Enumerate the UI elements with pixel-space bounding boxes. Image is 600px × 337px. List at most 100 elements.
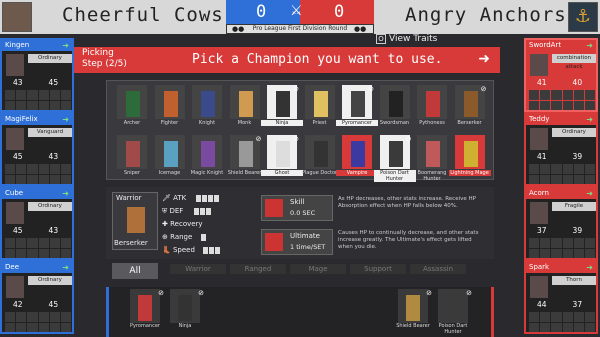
proficiency-cell xyxy=(49,248,60,258)
player-avatar xyxy=(530,276,548,298)
class-title: Warrior xyxy=(116,194,142,202)
skill-box[interactable]: Skill 0.0 SEC xyxy=(261,195,333,221)
player-card[interactable]: MagiFelix ➜ Vanguard 45 43 xyxy=(0,112,74,186)
proficiency-cell xyxy=(5,100,16,110)
swap-arrow-icon[interactable]: ➜ xyxy=(586,114,593,125)
class-filter-tabs: All Warrior Ranged Mage Support Assassin xyxy=(106,262,494,279)
ultimate-box[interactable]: Ultimate 1 time/SET xyxy=(261,229,333,255)
champion-icemage[interactable]: Icemage xyxy=(153,135,187,179)
view-traits-button[interactable]: O View Traits xyxy=(376,34,437,44)
champion-pyromancer[interactable]: ⊘ Pyromancer xyxy=(336,85,378,129)
champion-name: Knight xyxy=(198,120,216,126)
picked-champion: ⊘ Ninja xyxy=(166,289,204,335)
tab-warrior[interactable]: Warrior xyxy=(170,264,226,274)
champion-sprite xyxy=(178,295,192,321)
proficiency-cell xyxy=(16,90,27,100)
berserker-portrait-icon xyxy=(127,207,145,233)
swap-arrow-icon[interactable]: ➜ xyxy=(586,262,593,273)
proficiency-cell xyxy=(573,312,584,322)
player-avatar xyxy=(6,276,24,298)
tab-mage[interactable]: Mage xyxy=(290,264,346,274)
swap-arrow-icon[interactable]: ➜ xyxy=(586,40,593,51)
proficiency-cell xyxy=(529,322,540,332)
champion-sprite xyxy=(426,141,440,167)
player-card[interactable]: SwordArt ➜ combination attack 41 40 xyxy=(524,38,598,112)
ultimate-description: Causes HP to continually decrease, and o… xyxy=(338,230,479,250)
proficiency-cell xyxy=(562,164,573,174)
champion-name: Shield Bearer xyxy=(227,170,262,176)
player-card[interactable]: Cube ➜ Ordinary 45 43 xyxy=(0,186,74,260)
proficiency-cell xyxy=(16,322,27,332)
tab-all[interactable]: All xyxy=(112,263,158,279)
champion-lightning-mage[interactable]: Lightning Mage xyxy=(448,135,491,179)
proficiency-cell xyxy=(540,174,551,184)
player-card[interactable]: Teddy ➜ Ordinary 41 39 xyxy=(524,112,598,186)
proficiency-cell xyxy=(540,248,551,258)
proficiency-cell xyxy=(529,164,540,174)
champion-sniper[interactable]: Sniper xyxy=(115,135,149,179)
champion-sprite xyxy=(163,141,178,167)
player-trait: combination attack xyxy=(552,54,596,70)
proficiency-cell xyxy=(60,248,71,258)
champion-fighter[interactable]: Fighter xyxy=(153,85,187,129)
champion-sprite xyxy=(138,295,152,321)
champion-vampire[interactable]: Vampire xyxy=(336,135,378,179)
scoreboard: 0 0 ⚔ Pro League First Division Round ●●… xyxy=(226,0,374,34)
player-card[interactable]: Dee ➜ Ordinary 42 45 xyxy=(0,260,74,334)
proficiency-cell xyxy=(540,90,551,100)
tab-support[interactable]: Support xyxy=(350,264,406,274)
proficiency-cell xyxy=(529,248,540,258)
champion-ghost[interactable]: ⊘ Ghost xyxy=(261,135,303,179)
champion-shield-bearer[interactable]: ⊘ Shield Bearer xyxy=(228,135,262,179)
proficiency-grid xyxy=(529,164,595,184)
champion-name: Magic Knight xyxy=(190,170,224,176)
champion-magic-knight[interactable]: Magic Knight xyxy=(190,135,224,179)
proficiency-cell xyxy=(573,174,584,184)
champion-poison-dart-hunter[interactable]: ⊘ Poison Dart Hunter xyxy=(373,135,416,182)
champion-ninja[interactable]: ⊘ Ninja xyxy=(261,85,303,129)
proficiency-cell xyxy=(16,164,27,174)
proficiency-cell xyxy=(551,100,562,110)
swap-arrow-icon[interactable]: ➜ xyxy=(62,188,69,199)
champion-pythoness[interactable]: Pythoness xyxy=(415,85,449,129)
proficiency-cell xyxy=(562,174,573,184)
swap-arrow-icon[interactable]: ➜ xyxy=(62,114,69,125)
player-stats: 41 40 xyxy=(529,78,595,87)
proficiency-cell xyxy=(529,90,540,100)
atk-value: 45 xyxy=(13,152,23,161)
champion-monk[interactable]: Monk xyxy=(228,85,262,129)
proficiency-cell xyxy=(49,100,60,110)
champion-priest[interactable]: Priest xyxy=(303,85,337,129)
proficiency-cell xyxy=(573,90,584,100)
player-card[interactable]: Spark ➜ Thorn 44 37 xyxy=(524,260,598,334)
champion-boomerang-hunter[interactable]: Boomerang Hunter xyxy=(415,135,449,182)
player-card[interactable]: Kingen ➜ Ordinary 43 45 xyxy=(0,38,74,112)
proficiency-cell xyxy=(60,164,71,174)
champion-sprite xyxy=(238,141,253,167)
proficiency-cell xyxy=(573,100,584,110)
champion-name: Ninja xyxy=(261,120,303,126)
proficiency-cell xyxy=(38,174,49,184)
range-stat: ⊕ Range xyxy=(162,233,206,241)
champion-archer[interactable]: Archer xyxy=(115,85,149,129)
atk-label: ATK xyxy=(173,194,187,202)
champion-swordsman[interactable]: Swordsman xyxy=(378,85,412,129)
champion-portrait xyxy=(192,85,222,119)
player-card[interactable]: Acorn ➜ Fragile Mentality 37 39 xyxy=(524,186,598,260)
ban-icon: ⊘ xyxy=(480,85,487,93)
swap-arrow-icon[interactable]: ➜ xyxy=(62,40,69,51)
tab-assassin[interactable]: Assassin xyxy=(410,264,466,274)
proficiency-grid xyxy=(5,164,71,184)
champion-plague-doctor[interactable]: Plague Doctor xyxy=(302,135,337,179)
swap-arrow-icon[interactable]: ➜ xyxy=(586,188,593,199)
champion-knight[interactable]: Knight xyxy=(190,85,224,129)
swap-arrow-icon[interactable]: ➜ xyxy=(62,262,69,273)
proficiency-cell xyxy=(573,322,584,332)
tab-ranged[interactable]: Ranged xyxy=(230,264,286,274)
ban-icon: ⊘ xyxy=(405,135,412,143)
ban-icon: ⊘ xyxy=(158,289,164,297)
champion-berserker[interactable]: ⊘ Berserker xyxy=(453,85,487,129)
blood-drop-icon xyxy=(265,199,283,217)
champion-sprite xyxy=(313,141,328,167)
picked-champion: ⊘ Shield Bearer xyxy=(394,289,432,335)
